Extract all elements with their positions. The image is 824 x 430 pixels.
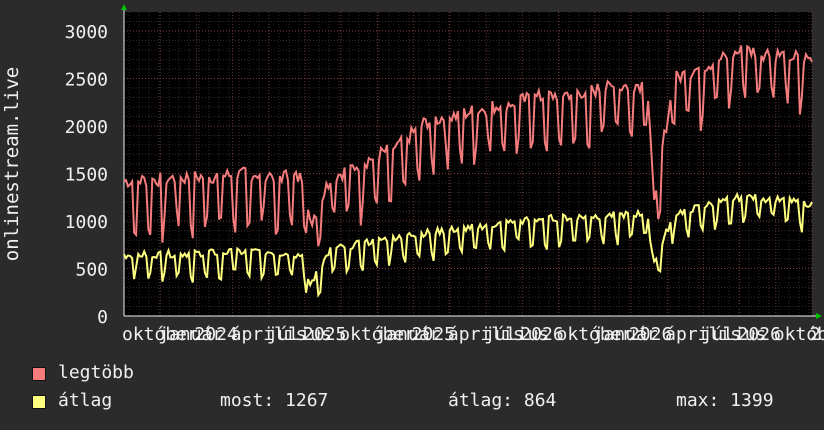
y-tick-label: 0 [97,307,108,328]
x-tick-label: 2 [810,324,821,345]
y-tick-label: 1000 [65,212,108,233]
y-tick-label: 2000 [65,117,108,138]
y-tick-label: 500 [75,260,108,281]
legend-swatch-atlag [32,395,46,409]
y-tick-label: 3000 [65,22,108,43]
stat-atlag: átlag: 864 [448,390,557,411]
y-tick-label: 1500 [65,165,108,186]
chart-stage: 0 500 1000 1500 2000 2500 3000 október január 202… [0,0,824,430]
y-tick-label: 2500 [65,70,108,91]
y-axis-label: onlinestream.live [1,67,23,261]
stat-max: max: 1399 [676,390,774,411]
y-axis-arrow [121,4,127,10]
legend-label-legtobb: legtöbb [58,362,134,383]
stat-most: most: 1267 [220,390,329,411]
legend-label-atlag: átlag [58,390,113,411]
legend-swatch-legtobb [32,367,46,381]
x-axis-arrow [816,313,822,319]
